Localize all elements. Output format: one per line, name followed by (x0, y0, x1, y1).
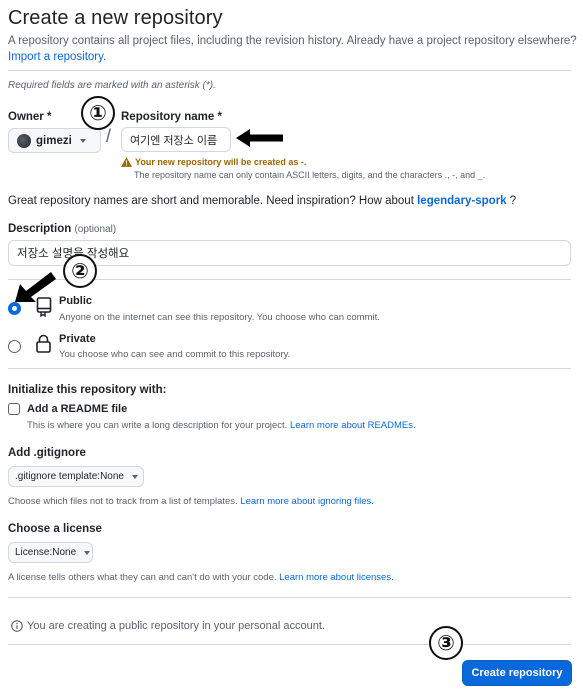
intro-text: A repository contains all project files,… (8, 33, 578, 65)
required-fields-note: Required fields are marked with an aster… (8, 80, 216, 91)
readme-description-text: This is where you can write a long descr… (27, 420, 288, 431)
license-select-value: None (52, 547, 77, 558)
suggestion-suffix: ? (506, 195, 517, 207)
gitignore-select-value: None (100, 471, 124, 482)
repo-name-rules: The repository name can only contain ASC… (134, 170, 486, 180)
divider (8, 597, 571, 598)
private-description: You choose who can see and commit to thi… (59, 349, 291, 360)
private-radio[interactable] (8, 340, 21, 353)
import-repository-link[interactable]: Import a repository. (8, 51, 106, 63)
gitignore-description: Choose which files not to track from a l… (8, 496, 374, 507)
intro-sentence: A repository contains all project files,… (8, 35, 577, 47)
private-title: Private (59, 333, 96, 345)
repository-name-label: Repository name * (121, 111, 222, 123)
learn-ignoring-files-link[interactable]: Learn more about ignoring files. (240, 496, 374, 507)
license-select[interactable]: License: None (8, 542, 93, 563)
step-1-marker: ① (81, 96, 115, 130)
step-3-marker: ③ (429, 626, 463, 660)
lock-icon (36, 334, 51, 353)
owner-label: Owner * (8, 111, 52, 123)
public-description: Anyone on the internet can see this repo… (59, 312, 380, 323)
visibility-notice-text: You are creating a public repository in … (27, 620, 325, 632)
arrow-down-left-icon (15, 272, 56, 302)
learn-licenses-link[interactable]: Learn more about licenses. (279, 572, 394, 583)
divider (8, 644, 571, 645)
owner-value: gimezi (36, 134, 72, 147)
public-title: Public (59, 295, 93, 307)
page-title: Create a new repository (8, 7, 223, 29)
license-heading: Choose a license (8, 523, 102, 535)
suggested-name-link[interactable]: legendary-spork (417, 195, 506, 207)
license-description: A license tells others what they can and… (8, 572, 394, 583)
repository-name-input[interactable]: 여기엔 저장소 이름 (121, 127, 231, 152)
step-2-marker: ② (63, 254, 97, 288)
arrow-left-icon (236, 129, 283, 147)
add-readme-checkbox[interactable] (8, 403, 20, 415)
create-repository-button[interactable]: Create repository (462, 660, 572, 686)
repo-warning: Your new repository will be created as -… (121, 157, 306, 167)
owner-dropdown[interactable]: gimezi (8, 128, 101, 153)
owner-repo-separator: / (106, 126, 112, 146)
description-label-text: Description (8, 223, 72, 235)
gitignore-description-text: Choose which files not to track from a l… (8, 496, 238, 507)
repo-warning-text: Your new repository will be created as -… (135, 157, 307, 167)
divider (8, 368, 571, 369)
alert-icon (121, 157, 132, 167)
chevron-down-icon (84, 550, 91, 555)
public-radio[interactable] (8, 302, 21, 315)
license-select-prefix: License: (15, 547, 53, 558)
description-optional: (optional) (74, 224, 117, 235)
gitignore-heading: Add .gitignore (8, 447, 86, 459)
visibility-notice: You are creating a public repository in … (11, 620, 325, 632)
gitignore-template-select[interactable]: .gitignore template: None (8, 466, 144, 487)
license-description-text: A license tells others what they can and… (8, 572, 277, 583)
chevron-down-icon (131, 474, 138, 479)
chevron-down-icon (79, 138, 86, 143)
suggestion-prefix: Great repository names are short and mem… (8, 195, 418, 207)
info-icon (11, 620, 23, 632)
add-readme-label: Add a README file (27, 403, 128, 415)
readme-description: This is where you can write a long descr… (27, 420, 416, 431)
initialize-heading: Initialize this repository with: (8, 384, 167, 396)
divider (8, 70, 571, 71)
avatar (17, 133, 31, 148)
repository-name-value: 여기엔 저장소 이름 (130, 134, 218, 147)
gitignore-select-prefix: .gitignore template: (15, 471, 101, 482)
description-label: Description (optional) (8, 223, 116, 235)
learn-readmes-link[interactable]: Learn more about READMEs. (290, 420, 416, 431)
name-suggestion: Great repository names are short and mem… (8, 195, 516, 207)
